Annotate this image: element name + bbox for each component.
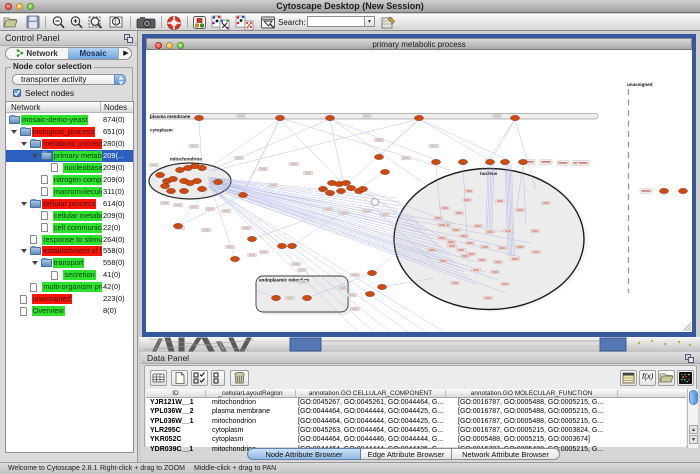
svg-text:1:1: 1:1 [114,20,121,26]
svg-text:cytoplasm: cytoplasm [150,128,173,133]
svg-text:mitochondrion: mitochondrion [170,157,202,162]
svg-text:unassigned: unassigned [627,82,653,87]
svg-text:plasma membrane: plasma membrane [150,114,191,119]
